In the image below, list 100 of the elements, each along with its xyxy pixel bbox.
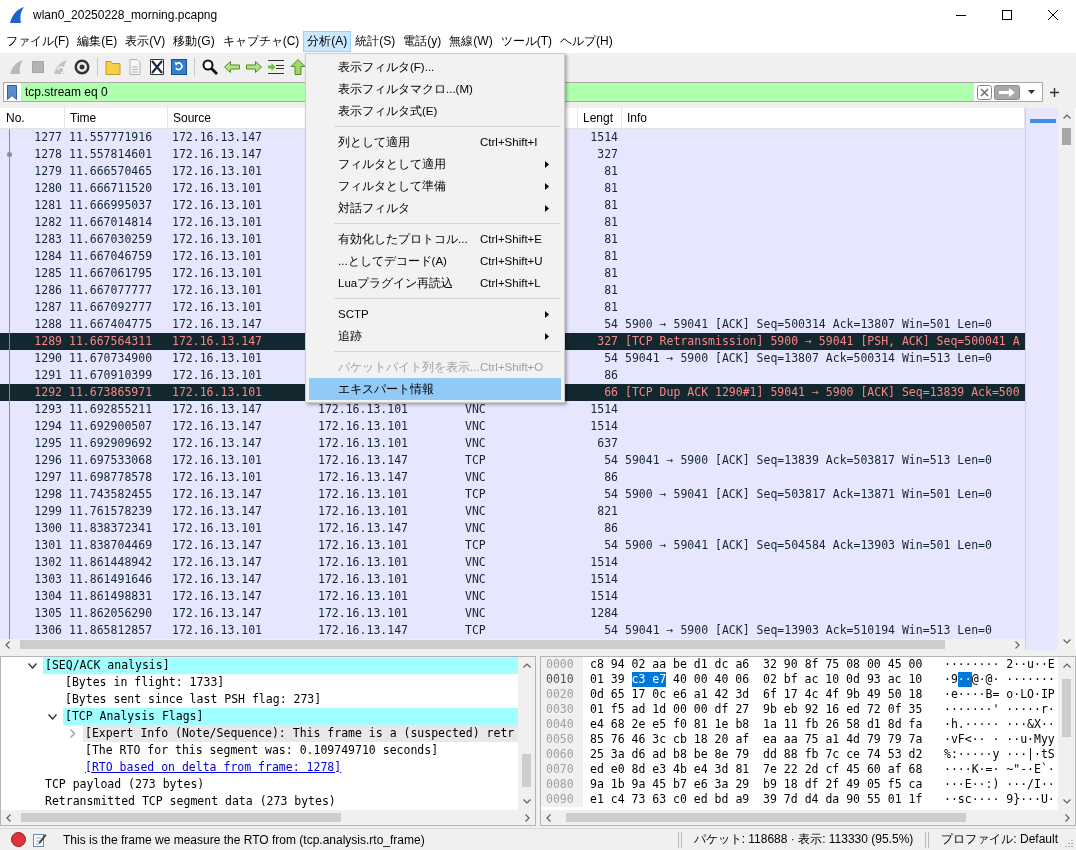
packet-time: 11.666995037: [69, 197, 153, 214]
packet-info: [TCP Dup ACK 1290#1] 59041 → 5900 [ACK] Seq=13839 Ack=500: [625, 384, 1020, 401]
packet-length: 81: [604, 231, 618, 248]
packet-time: 11.667564311: [69, 333, 153, 350]
packet-info: 59041 → 5900 [ACK] Seq=13903 Ack=510194 Win=513 Len=0: [625, 622, 992, 639]
packet-number: 1300: [34, 520, 62, 537]
packet-length: 327: [597, 146, 618, 163]
packet-length: 81: [604, 214, 618, 231]
destination-address: 172.16.13.101: [318, 588, 408, 605]
source-address: 172.16.13.147: [172, 486, 262, 503]
protocol-name: VNC: [465, 554, 486, 571]
source-address: 172.16.13.147: [172, 537, 262, 554]
source-address: 172.16.13.101: [172, 469, 262, 486]
destination-address: 172.16.13.147: [318, 452, 408, 469]
source-address: 172.16.13.101: [172, 367, 262, 384]
packet-length: 1514: [590, 129, 618, 146]
packet-length: 821: [597, 503, 618, 520]
packet-length: 81: [604, 299, 618, 316]
packet-time: 11.862056290: [69, 605, 153, 622]
packet-number: 1288: [34, 316, 62, 333]
source-address: 172.16.13.147: [172, 418, 262, 435]
protocol-name: VNC: [465, 435, 486, 452]
protocol-name: TCP: [465, 486, 486, 503]
source-address: 172.16.13.147: [172, 605, 262, 622]
source-address: 172.16.13.101: [172, 452, 262, 469]
packet-time: 11.838704469: [69, 537, 153, 554]
packet-time: 11.667046759: [69, 248, 153, 265]
packet-time: 11.761578239: [69, 503, 153, 520]
packet-number: 1292: [34, 384, 62, 401]
source-address: 172.16.13.147: [172, 316, 262, 333]
byte-offset: 0040: [541, 717, 583, 732]
packet-length: 54: [604, 452, 618, 469]
packet-number: 1296: [34, 452, 62, 469]
protocol-name: VNC: [465, 401, 486, 418]
protocol-name: VNC: [465, 605, 486, 622]
packet-time: 11.697533068: [69, 452, 153, 469]
protocol-name: VNC: [465, 520, 486, 537]
source-address: 172.16.13.147: [172, 554, 262, 571]
packet-time: 11.673865971: [69, 384, 153, 401]
packet-number: 1279: [34, 163, 62, 180]
packet-info: 5900 → 59041 [ACK] Seq=503817 Ack=13871 Win=501 Len=0: [625, 486, 992, 503]
source-address: 172.16.13.101: [172, 622, 262, 639]
packet-length: 1514: [590, 418, 618, 435]
packet-time: 11.692900507: [69, 418, 153, 435]
packet-length: 66: [604, 384, 618, 401]
packet-length: 81: [604, 248, 618, 265]
packet-number: 1287: [34, 299, 62, 316]
packet-length: 637: [597, 435, 618, 452]
packet-time: 11.861448942: [69, 554, 153, 571]
source-address: 172.16.13.147: [172, 435, 262, 452]
packet-time: 11.667404775: [69, 316, 153, 333]
packet-info: 59041 → 5900 [ACK] Seq=13839 Ack=503817 Win=513 Len=0: [625, 452, 992, 469]
packet-length: 81: [604, 265, 618, 282]
packet-time: 11.861498831: [69, 588, 153, 605]
packet-info: 59041 → 5900 [ACK] Seq=13807 Ack=500314 Win=513 Len=0: [625, 350, 992, 367]
shortcut-label: Ctrl+Shift+I: [480, 136, 538, 148]
packet-time: 11.692909692: [69, 435, 153, 452]
packet-number: 1282: [34, 214, 62, 231]
packet-time: 11.838372341: [69, 520, 153, 537]
packet-number: 1299: [34, 503, 62, 520]
packet-length: 1284: [590, 605, 618, 622]
packet-length: 1514: [590, 588, 618, 605]
packet-number: 1289: [34, 333, 62, 350]
packet-length: 81: [604, 163, 618, 180]
packet-time: 11.667030259: [69, 231, 153, 248]
packet-number: 1306: [34, 622, 62, 639]
source-address: 172.16.13.101: [172, 384, 262, 401]
destination-address: 172.16.13.147: [318, 520, 408, 537]
shortcut-label: Ctrl+Shift+E: [480, 233, 542, 245]
packet-number: 1278: [34, 146, 62, 163]
packet-number: 1280: [34, 180, 62, 197]
source-address: 172.16.13.147: [172, 129, 262, 146]
source-address: 172.16.13.101: [172, 350, 262, 367]
protocol-name: TCP: [465, 452, 486, 469]
packet-info: 5900 → 59041 [ACK] Seq=504584 Ack=13903 Win=501 Len=0: [625, 537, 992, 554]
protocol-name: TCP: [465, 537, 486, 554]
packet-number: 1301: [34, 537, 62, 554]
packet-length: 81: [604, 197, 618, 214]
packet-number: 1286: [34, 282, 62, 299]
protocol-name: VNC: [465, 469, 486, 486]
packet-info: [TCP Retransmission] 5900 → 59041 [PSH, ACK] Seq=500041 A: [625, 333, 1020, 350]
packet-time: 11.670734900: [69, 350, 153, 367]
packet-number: 1293: [34, 401, 62, 418]
status-message: This is the frame we measure the RTO from (tcp.analysis.rto_frame): [63, 832, 426, 847]
packet-number: 1284: [34, 248, 62, 265]
packet-time: 11.861491646: [69, 571, 153, 588]
destination-address: 172.16.13.101: [318, 401, 408, 418]
source-address: 172.16.13.147: [172, 146, 262, 163]
byte-offset: 0050: [541, 732, 583, 747]
packet-number: 1281: [34, 197, 62, 214]
protocol-name: TCP: [465, 622, 486, 639]
source-address: 172.16.13.147: [172, 333, 262, 350]
packet-time: 11.667092777: [69, 299, 153, 316]
destination-address: 172.16.13.101: [318, 435, 408, 452]
packet-number: 1294: [34, 418, 62, 435]
packet-number: 1291: [34, 367, 62, 384]
source-address: 172.16.13.101: [172, 163, 262, 180]
source-address: 172.16.13.101: [172, 214, 262, 231]
destination-address: 172.16.13.101: [318, 554, 408, 571]
packet-number: 1285: [34, 265, 62, 282]
